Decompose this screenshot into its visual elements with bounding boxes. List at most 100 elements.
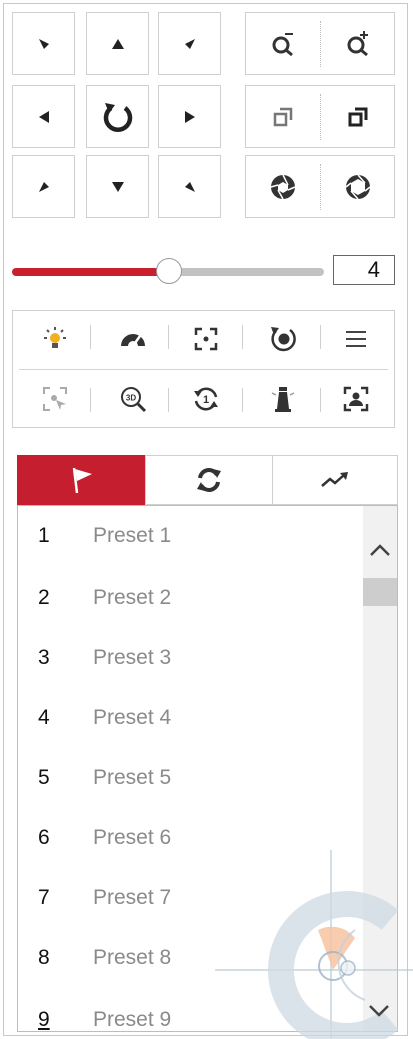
list-item[interactable]: 3 Preset 3 xyxy=(18,628,363,688)
speed-slider-fill xyxy=(12,268,170,276)
preset-list: 1 Preset 1 2 Preset 2 3 Preset 3 4 Prese… xyxy=(17,505,398,1032)
function-separator xyxy=(242,388,243,412)
speed-slider-track[interactable] xyxy=(168,268,324,276)
list-item[interactable]: 6 Preset 6 xyxy=(18,808,363,868)
wiper-button[interactable] xyxy=(98,315,168,363)
iris-open-button[interactable] xyxy=(321,156,394,217)
preset-label: Preset 5 xyxy=(93,766,172,789)
preset-number: 8 xyxy=(38,946,50,969)
svg-text:3D: 3D xyxy=(126,394,136,403)
pan-down-left-button[interactable] xyxy=(12,155,75,218)
wiper-icon xyxy=(118,328,148,350)
arrow-up-right-icon xyxy=(183,37,197,51)
auxiliary-focus-button[interactable] xyxy=(250,375,316,423)
preset-number: 6 xyxy=(38,826,50,849)
preset-label: Preset 2 xyxy=(93,586,172,609)
function-separator xyxy=(320,325,321,349)
list-item[interactable]: 4 Preset 4 xyxy=(18,688,363,748)
iris-close-button[interactable] xyxy=(246,156,319,217)
iris-close-icon xyxy=(269,173,297,201)
lens-initialization-icon xyxy=(268,325,298,353)
arrow-right-icon xyxy=(184,110,196,124)
pan-up-button[interactable] xyxy=(86,12,149,75)
list-item[interactable]: 5 Preset 5 xyxy=(18,748,363,808)
pan-down-right-button[interactable] xyxy=(158,155,221,218)
preset-label: Preset 4 xyxy=(93,706,172,729)
scroll-up-icon[interactable] xyxy=(368,542,392,558)
list-item[interactable]: 1 Preset 1 xyxy=(18,506,363,566)
manual-tracking-button[interactable] xyxy=(20,375,90,423)
arrow-down-left-icon xyxy=(37,180,51,194)
zoom-out-icon xyxy=(270,31,296,57)
flag-icon xyxy=(68,465,96,495)
function-separator xyxy=(90,388,91,412)
scroll-down-icon[interactable] xyxy=(367,1003,391,1019)
zoom-in-button[interactable] xyxy=(321,13,394,74)
svg-text:1: 1 xyxy=(203,394,209,406)
face-tracking-button[interactable] xyxy=(325,375,387,423)
3d-zoom-button[interactable]: 3D xyxy=(98,375,168,423)
face-tracking-icon xyxy=(342,385,370,413)
focus-near-button[interactable] xyxy=(246,86,319,147)
pattern-icon xyxy=(320,470,350,490)
tab-pattern[interactable] xyxy=(272,455,398,505)
focus-far-button[interactable] xyxy=(321,86,394,147)
focus-far-icon xyxy=(347,106,369,128)
auto-pan-button[interactable] xyxy=(86,85,149,148)
zoom-out-button[interactable] xyxy=(246,13,319,74)
list-item[interactable]: 2 Preset 2 xyxy=(18,568,363,628)
preset-number: 5 xyxy=(38,766,50,789)
arrow-down-right-icon xyxy=(183,180,197,194)
one-touch-focus-button[interactable] xyxy=(176,315,236,363)
function-separator xyxy=(168,325,169,349)
pan-right-button[interactable] xyxy=(158,85,221,148)
preset-label: Preset 1 xyxy=(93,524,172,547)
preset-number: 4 xyxy=(38,706,50,729)
auto-rotate-icon xyxy=(100,99,136,135)
lens-initialization-button[interactable] xyxy=(250,315,316,363)
pan-up-right-button[interactable] xyxy=(158,12,221,75)
pan-up-left-button[interactable] xyxy=(12,12,75,75)
speed-value: 4 xyxy=(333,255,395,285)
pan-down-button[interactable] xyxy=(86,155,149,218)
light-button[interactable] xyxy=(20,315,90,363)
preset-number: 7 xyxy=(38,886,50,909)
arrow-up-left-icon xyxy=(37,37,51,51)
scrollbar[interactable] xyxy=(363,506,397,1031)
manual-tracking-icon xyxy=(41,385,69,413)
focus-near-icon xyxy=(272,106,294,128)
preset-label: Preset 6 xyxy=(93,826,172,849)
list-item[interactable]: 7 Preset 7 xyxy=(18,868,363,928)
scroll-thumb[interactable] xyxy=(363,578,397,606)
arrow-down-icon xyxy=(111,181,125,193)
speed-slider-handle[interactable] xyxy=(156,258,182,284)
list-item[interactable]: 8 Preset 8 xyxy=(18,928,363,988)
preset-label: Preset 9 xyxy=(93,1008,172,1031)
park-action-button[interactable]: 1 xyxy=(176,375,236,423)
pan-left-button[interactable] xyxy=(12,85,75,148)
3d-zoom-icon: 3D xyxy=(119,385,147,413)
one-touch-focus-icon xyxy=(194,327,218,351)
menu-button[interactable] xyxy=(325,315,387,363)
tab-preset[interactable] xyxy=(17,455,146,505)
function-separator xyxy=(242,325,243,349)
auxiliary-focus-icon xyxy=(270,385,296,413)
light-icon xyxy=(40,326,70,352)
preset-label: Preset 7 xyxy=(93,886,172,909)
zoom-in-icon xyxy=(345,30,371,57)
arrow-up-icon xyxy=(111,38,125,50)
arrow-left-icon xyxy=(38,110,50,124)
list-item[interactable]: 9 Preset 9 xyxy=(18,990,363,1031)
patrol-icon xyxy=(194,465,224,495)
park-action-icon: 1 xyxy=(192,385,220,413)
preset-label: Preset 3 xyxy=(93,646,172,669)
function-separator xyxy=(90,325,91,349)
iris-open-icon xyxy=(344,173,372,201)
function-divider xyxy=(19,369,388,370)
preset-number: 1 xyxy=(38,524,50,547)
menu-icon xyxy=(344,329,368,349)
function-separator xyxy=(168,388,169,412)
tab-patrol[interactable] xyxy=(145,455,273,505)
function-separator xyxy=(320,388,321,412)
preset-label: Preset 8 xyxy=(93,946,172,969)
